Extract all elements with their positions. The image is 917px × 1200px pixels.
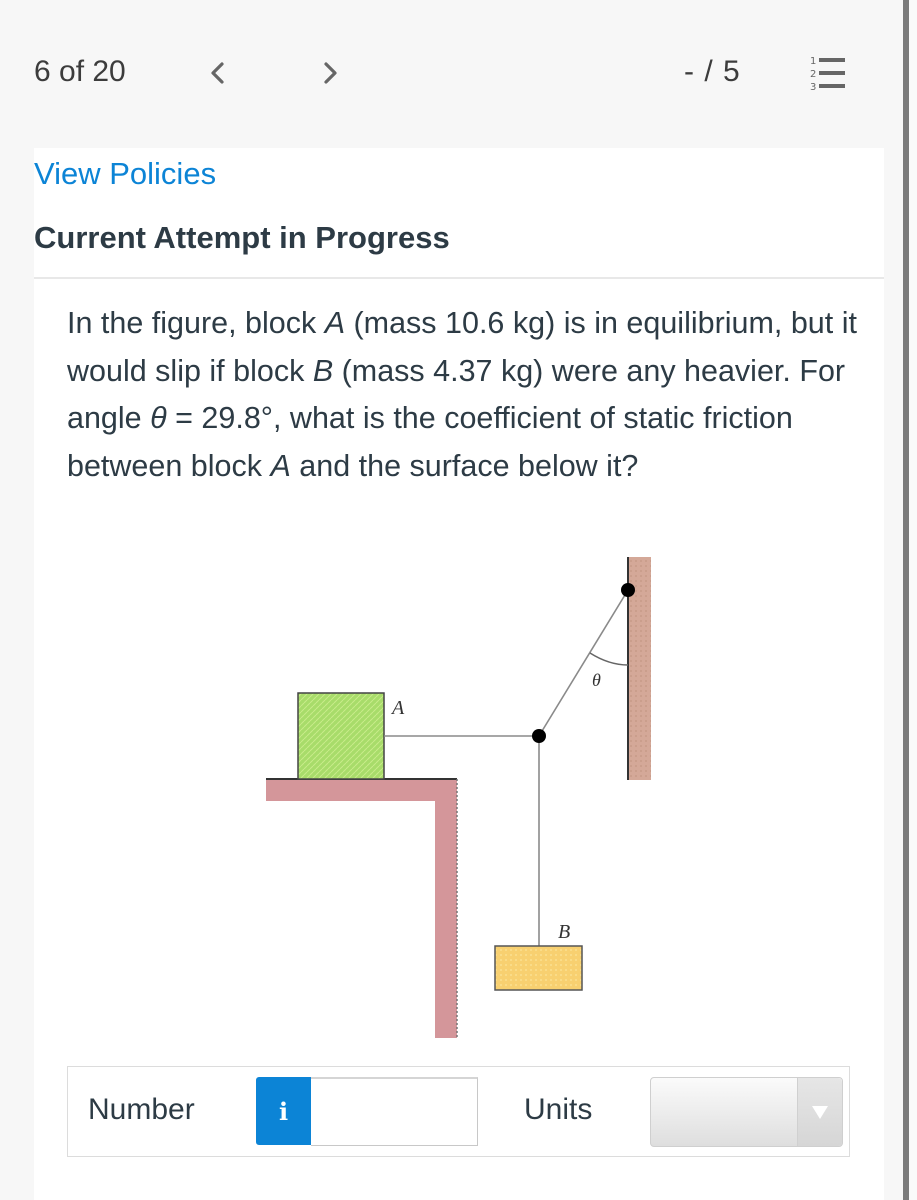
block-b (494, 945, 583, 991)
list-number-1: 1 (810, 56, 816, 67)
answer-row: Number i Units (67, 1066, 850, 1157)
dropdown-arrow-icon (812, 1106, 828, 1119)
junction-knot (532, 729, 546, 743)
theta-label: θ (592, 670, 601, 690)
block-a (297, 692, 385, 780)
list-number-2: 2 (810, 69, 816, 80)
number-input[interactable] (311, 1077, 478, 1146)
dropdown-toggle[interactable] (797, 1078, 842, 1146)
next-question-button[interactable] (318, 58, 344, 88)
block-a-label: A (390, 697, 405, 719)
physics-figure: A θ B (266, 557, 651, 1038)
numbered-list-icon: 1 2 3 (810, 56, 845, 93)
score: - / 5 (684, 55, 741, 88)
question-list-button[interactable]: 1 2 3 (806, 52, 856, 98)
block-b-label: B (558, 921, 570, 943)
units-label: Units (524, 1093, 593, 1126)
units-dropdown[interactable] (650, 1077, 843, 1147)
number-label: Number (88, 1093, 195, 1126)
shelf-leg (435, 779, 457, 1038)
info-button[interactable]: i (256, 1077, 311, 1145)
question-card: View Policies Current Attempt in Progres… (34, 148, 884, 1200)
question-counter: 6 of 20 (34, 55, 126, 88)
info-icon: i (278, 1096, 289, 1126)
chevron-left-icon (211, 62, 224, 84)
angle-arc (589, 652, 629, 666)
scrollbar-edge (909, 0, 917, 1200)
shelf-top (266, 779, 457, 801)
list-number-3: 3 (810, 82, 816, 93)
question-header: 6 of 20 - / 5 1 2 3 (0, 0, 903, 148)
previous-question-button[interactable] (204, 58, 230, 88)
chevron-right-icon (324, 62, 337, 84)
wall-knot (621, 583, 635, 597)
